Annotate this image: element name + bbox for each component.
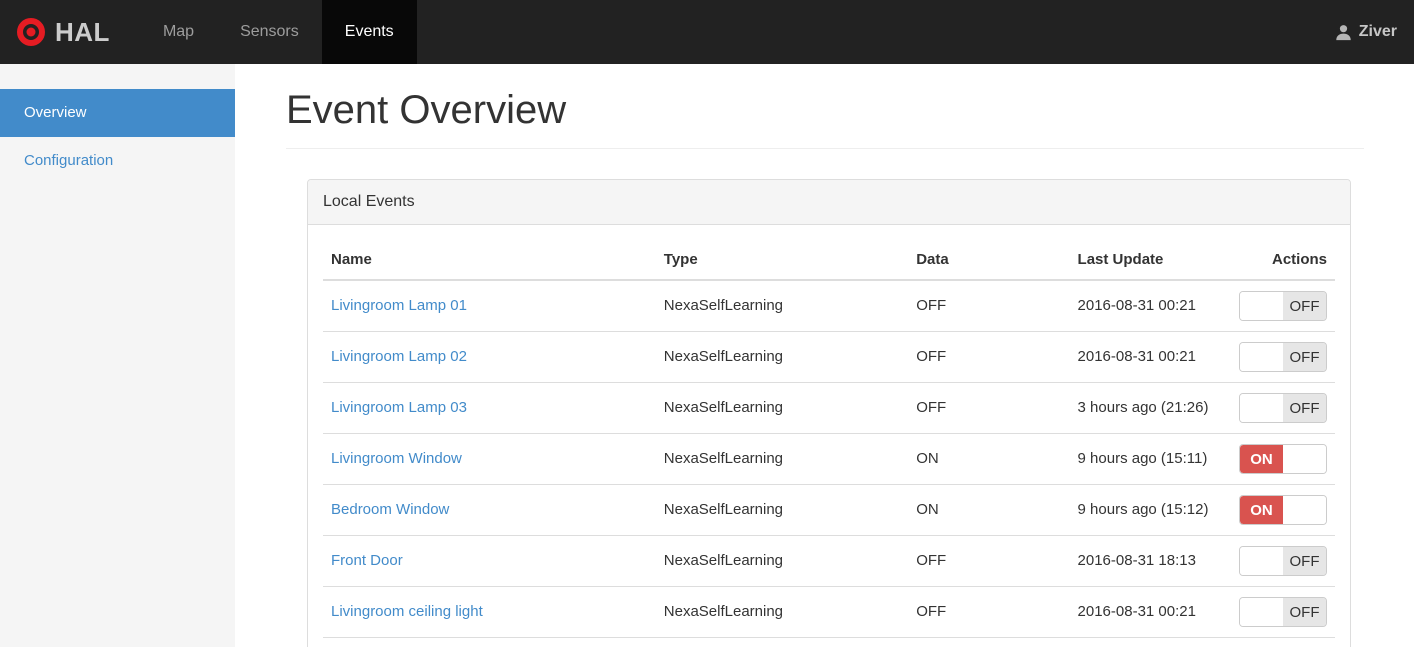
column-header-type: Type — [655, 240, 909, 281]
event-name-link[interactable]: Front Door — [331, 552, 403, 569]
event-data: OFF — [908, 331, 1070, 383]
toggle-handle — [1240, 598, 1283, 626]
toggle-switch[interactable]: OFF — [1239, 393, 1327, 423]
toggle-handle — [1283, 445, 1326, 473]
event-name-link[interactable]: Livingroom Window — [331, 450, 462, 467]
toggle-switch[interactable]: OFF — [1239, 597, 1327, 627]
toggle-state-label: OFF — [1283, 598, 1326, 626]
table-row: Diningroom ceiling light NexaSelfLearnin… — [323, 637, 1335, 647]
event-last-update: 9 hours ago (15:11) — [1069, 433, 1231, 485]
user-icon — [1335, 24, 1352, 41]
sidebar-item-configuration[interactable]: Configuration — [0, 137, 235, 185]
column-header-name: Name — [323, 240, 656, 281]
toggle-state-label: OFF — [1283, 394, 1326, 422]
toggle-state-label: ON — [1240, 445, 1283, 473]
toggle-state-label: ON — [1240, 496, 1283, 524]
table-row: Bedroom Window NexaSelfLearning ON 9 hou… — [323, 484, 1335, 536]
page-title: Event Overview — [286, 88, 1364, 149]
table-row: Livingroom Window NexaSelfLearning ON 9 … — [323, 433, 1335, 485]
nav-item-events[interactable]: Events — [321, 0, 417, 64]
toggle-switch[interactable]: OFF — [1239, 546, 1327, 576]
toggle-handle — [1240, 292, 1283, 320]
event-type: NexaSelfLearning — [655, 586, 909, 638]
event-data: ON — [908, 433, 1070, 485]
user-name: Ziver — [1358, 23, 1397, 40]
event-name-link[interactable]: Bedroom Window — [331, 501, 449, 518]
event-last-update: 2016-08-31 00:21 — [1069, 279, 1231, 332]
toggle-handle — [1240, 547, 1283, 575]
event-data: OFF — [908, 637, 1070, 647]
column-header-data: Data — [908, 240, 1070, 281]
event-last-update: 2016-08-31 00:21 — [1069, 331, 1231, 383]
toggle-handle — [1240, 394, 1283, 422]
brand-title: HAL — [55, 16, 110, 47]
event-last-update: 2016-08-31 00:21 — [1069, 586, 1231, 638]
event-name-link[interactable]: Livingroom Lamp 03 — [331, 399, 467, 416]
toggle-state-label: OFF — [1283, 292, 1326, 320]
event-type: NexaSelfLearning — [655, 535, 909, 587]
page-layout: Overview Configuration Event Overview Lo… — [0, 64, 1414, 647]
event-data: OFF — [908, 279, 1070, 332]
sidebar-item-overview[interactable]: Overview — [0, 89, 235, 137]
panel-title: Local Events — [308, 180, 1350, 225]
table-row: Livingroom Lamp 03 NexaSelfLearning OFF … — [323, 382, 1335, 434]
event-name-link[interactable]: Livingroom Lamp 02 — [331, 348, 467, 365]
sidebar: Overview Configuration — [0, 64, 235, 647]
table-row: Livingroom Lamp 01 NexaSelfLearning OFF … — [323, 279, 1335, 332]
event-type: NexaSelfLearning — [655, 331, 909, 383]
event-data: OFF — [908, 586, 1070, 638]
event-last-update: 3 hours ago (21:26) — [1069, 382, 1231, 434]
table-row: Livingroom Lamp 02 NexaSelfLearning OFF … — [323, 331, 1335, 383]
event-type: NexaSelfLearning — [655, 279, 909, 332]
toggle-handle — [1240, 343, 1283, 371]
event-type: NexaSelfLearning — [655, 433, 909, 485]
event-data: OFF — [908, 535, 1070, 587]
event-name-link[interactable]: Livingroom Lamp 01 — [331, 297, 467, 314]
toggle-switch[interactable]: ON — [1239, 495, 1327, 525]
event-last-update: 9 hours ago (15:12) — [1069, 484, 1231, 536]
top-navbar: HAL Map Sensors Events Ziver — [0, 0, 1414, 64]
event-name-link[interactable]: Livingroom ceiling light — [331, 603, 483, 620]
main-content: Event Overview Local Events Name Type Da… — [235, 64, 1414, 647]
nav-item-sensors[interactable]: Sensors — [217, 0, 322, 64]
toggle-handle — [1283, 496, 1326, 524]
hal-logo-icon — [16, 17, 46, 47]
event-data: ON — [908, 484, 1070, 536]
sidebar-nav: Overview Configuration — [0, 89, 235, 185]
local-events-panel: Local Events Name Type Data Last Update … — [307, 179, 1351, 647]
events-table: Name Type Data Last Update Actions Livin… — [323, 240, 1335, 647]
table-row: Livingroom ceiling light NexaSelfLearnin… — [323, 586, 1335, 638]
toggle-switch[interactable]: OFF — [1239, 291, 1327, 321]
toggle-switch[interactable]: OFF — [1239, 342, 1327, 372]
event-type: NexaSelfLearning — [655, 382, 909, 434]
table-header-row: Name Type Data Last Update Actions — [323, 240, 1335, 281]
event-type: NexaSelfLearning — [655, 484, 909, 536]
event-last-update: 2016-08-31 00:21 — [1069, 637, 1231, 647]
column-header-actions: Actions — [1230, 240, 1335, 281]
toggle-state-label: OFF — [1283, 343, 1326, 371]
event-last-update: 2016-08-31 18:13 — [1069, 535, 1231, 587]
column-header-last-update: Last Update — [1069, 240, 1231, 281]
brand[interactable]: HAL — [0, 0, 124, 64]
user-menu[interactable]: Ziver — [1335, 0, 1414, 64]
table-row: Front Door NexaSelfLearning OFF 2016-08-… — [323, 535, 1335, 587]
navbar-menu: Map Sensors Events — [140, 0, 417, 64]
panel-body: Name Type Data Last Update Actions Livin… — [308, 225, 1350, 647]
event-type: NexaSelfLearning — [655, 637, 909, 647]
toggle-state-label: OFF — [1283, 547, 1326, 575]
nav-item-map[interactable]: Map — [140, 0, 217, 64]
toggle-switch[interactable]: ON — [1239, 444, 1327, 474]
event-data: OFF — [908, 382, 1070, 434]
